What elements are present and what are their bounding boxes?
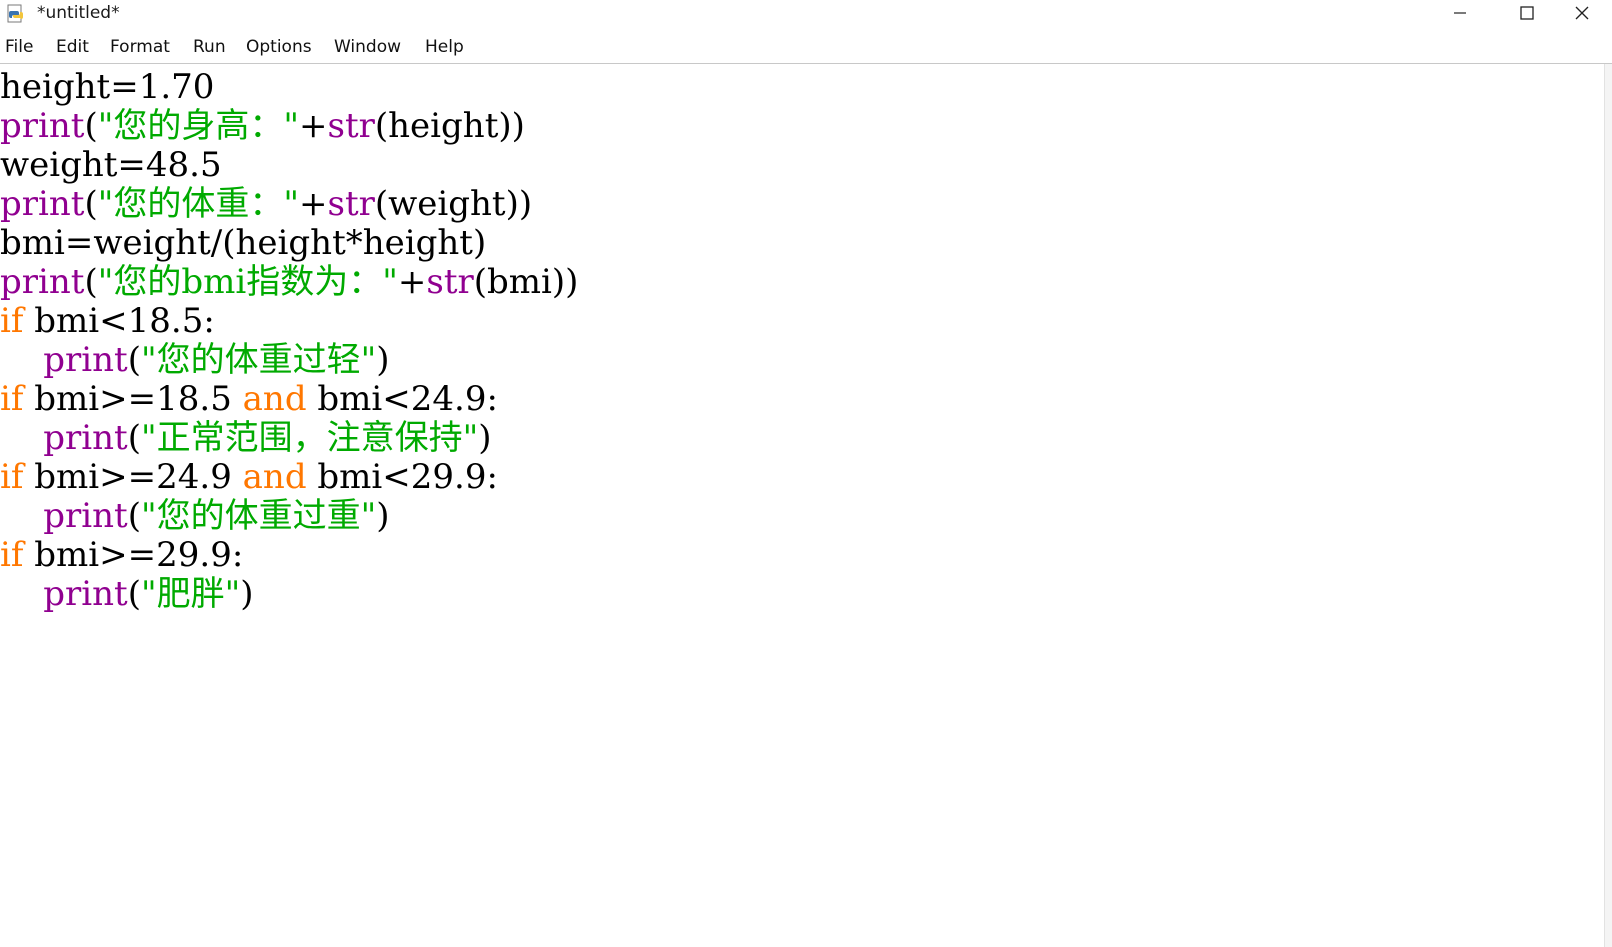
- code-token: bmi>=24.9: [23, 457, 243, 497]
- keyword-token: if: [0, 457, 24, 497]
- code-token: (bmi)): [473, 262, 579, 302]
- string-token: "您的体重过轻": [140, 340, 377, 380]
- string-token: "肥胖": [140, 574, 241, 614]
- code-line[interactable]: if bmi<18.5:: [0, 302, 215, 341]
- code-line[interactable]: if bmi>=18.5 and bmi<24.9:: [0, 380, 498, 419]
- code-token: (weight)): [374, 184, 533, 224]
- builtin-token: str: [327, 184, 375, 224]
- menu-run[interactable]: Run: [193, 37, 226, 57]
- menu-window[interactable]: Window: [334, 37, 401, 57]
- maximize-icon: [1519, 5, 1535, 25]
- code-token: +: [397, 262, 427, 302]
- minimize-icon: [1452, 5, 1468, 25]
- keyword-token: if: [0, 535, 24, 575]
- string-token: "您的bmi指数为：": [97, 262, 398, 302]
- code-line[interactable]: print("肥胖"): [0, 574, 254, 614]
- code-token: bmi=weight/(height*height): [0, 223, 487, 263]
- vertical-scrollbar[interactable]: [1604, 64, 1612, 947]
- builtin-token: print: [43, 340, 128, 380]
- code-token: +: [299, 106, 328, 146]
- code-token: height=1.70: [0, 67, 215, 107]
- code-line[interactable]: print("您的体重："+str(weight)): [0, 185, 532, 224]
- builtin-token: print: [0, 106, 85, 146]
- code-line[interactable]: if bmi>=24.9 and bmi<29.9:: [0, 458, 498, 497]
- code-token: bmi<29.9:: [306, 457, 498, 497]
- builtin-token: str: [426, 262, 474, 302]
- code-line[interactable]: print("您的身高："+str(height)): [0, 107, 525, 146]
- window-title: *untitled*: [37, 3, 120, 23]
- keyword-token: if: [0, 379, 24, 419]
- builtin-token: print: [43, 496, 128, 536]
- code-line[interactable]: print("您的bmi指数为："+str(bmi)): [0, 263, 578, 302]
- menu-help[interactable]: Help: [425, 37, 464, 57]
- builtin-token: print: [43, 418, 128, 458]
- python-file-icon: [6, 4, 26, 24]
- menu-options[interactable]: Options: [246, 37, 312, 57]
- maximize-button[interactable]: [1497, 0, 1557, 30]
- code-line[interactable]: bmi=weight/(height*height): [0, 224, 486, 263]
- keyword-token: if: [0, 301, 24, 341]
- code-token: (: [127, 418, 141, 458]
- string-token: "您的身高：": [97, 106, 299, 146]
- builtin-token: print: [43, 574, 128, 614]
- keyword-token: and: [242, 379, 307, 419]
- string-token: "您的体重过重": [140, 496, 377, 536]
- minimize-button[interactable]: [1430, 0, 1490, 30]
- code-token: bmi<24.9:: [306, 379, 498, 419]
- code-token: ): [376, 496, 390, 536]
- code-line[interactable]: height=1.70: [0, 68, 214, 107]
- code-token: (height)): [374, 106, 525, 146]
- code-token: weight=48.5: [0, 145, 222, 185]
- builtin-token: print: [0, 184, 85, 224]
- close-button[interactable]: [1552, 0, 1612, 30]
- code-token: bmi>=29.9:: [23, 535, 244, 575]
- string-token: "您的体重：": [97, 184, 299, 224]
- code-line[interactable]: print("您的体重过轻"): [0, 340, 390, 380]
- code-token: ): [478, 418, 492, 458]
- code-token: (: [127, 340, 141, 380]
- code-token: +: [299, 184, 328, 224]
- code-token: (: [84, 106, 98, 146]
- code-token: ): [376, 340, 390, 380]
- code-token: bmi>=18.5: [23, 379, 243, 419]
- menu-edit[interactable]: Edit: [56, 37, 89, 57]
- title-bar: *untitled*: [0, 0, 1612, 30]
- menu-file[interactable]: File: [5, 37, 33, 57]
- code-line[interactable]: print("您的体重过重"): [0, 496, 390, 536]
- builtin-token: print: [0, 262, 85, 302]
- code-token: (: [127, 496, 141, 536]
- code-line[interactable]: print("正常范围，注意保持"): [0, 418, 492, 458]
- code-token: (: [84, 184, 98, 224]
- close-icon: [1574, 5, 1590, 25]
- code-token: bmi<18.5:: [23, 301, 215, 341]
- code-token: (: [84, 262, 98, 302]
- code-token: (: [127, 574, 141, 614]
- code-token: ): [240, 574, 254, 614]
- menu-format[interactable]: Format: [110, 37, 170, 57]
- builtin-token: str: [327, 106, 375, 146]
- keyword-token: and: [242, 457, 307, 497]
- code-line[interactable]: if bmi>=29.9:: [0, 536, 243, 575]
- string-token: "正常范围，注意保持": [140, 418, 479, 458]
- code-line[interactable]: weight=48.5: [0, 146, 222, 185]
- code-editor[interactable]: height=1.70 print("您的身高："+str(height)) wei…: [0, 64, 1604, 947]
- menu-bar: File Edit Format Run Options Window Help: [0, 34, 1612, 64]
